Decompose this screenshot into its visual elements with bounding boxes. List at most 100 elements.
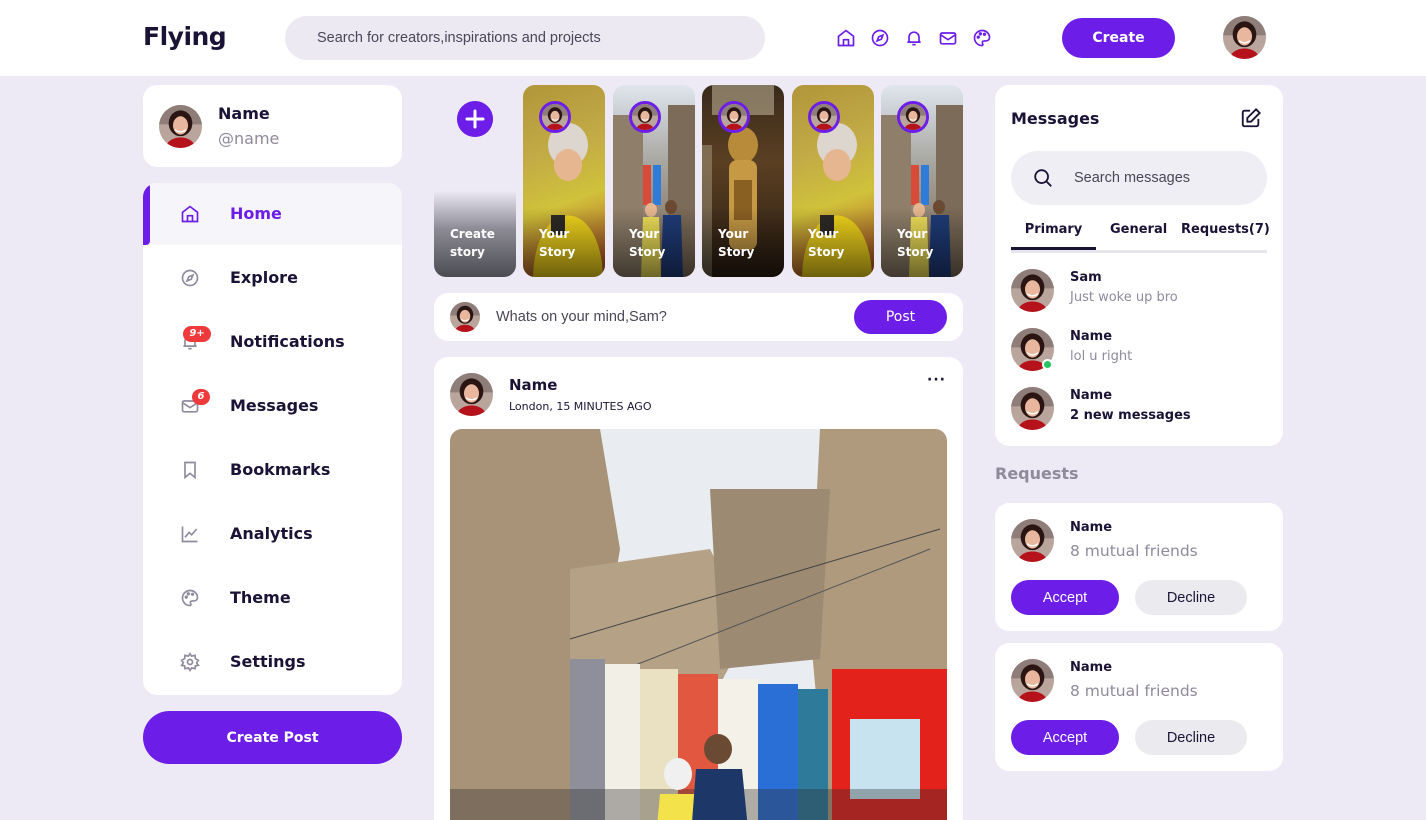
request-name[interactable]: Name	[1070, 660, 1112, 675]
global-search-input[interactable]	[285, 16, 765, 60]
post-author-name[interactable]: Name	[509, 376, 557, 394]
search-icon	[1034, 169, 1052, 187]
story-card[interactable]: Your Story	[523, 85, 605, 277]
bookmark-icon	[184, 461, 196, 480]
app-logo[interactable]: Flying	[143, 22, 227, 51]
notifications-badge: 9+	[183, 326, 211, 342]
friend-request-card: Name 8 mutual friends Accept Decline	[995, 643, 1283, 771]
decline-button[interactable]: Decline	[1135, 580, 1247, 615]
home-icon	[181, 205, 199, 223]
tab-general[interactable]: General	[1110, 222, 1167, 237]
request-name[interactable]: Name	[1070, 520, 1112, 535]
thread-name: Name	[1070, 329, 1113, 344]
decline-button[interactable]: Decline	[1135, 720, 1247, 755]
compose-icon[interactable]	[1240, 107, 1262, 129]
composer-avatar	[450, 302, 480, 332]
sidebar-item-label: Messages	[230, 396, 319, 415]
sidebar-item-label: Bookmarks	[230, 460, 331, 479]
compass-icon	[181, 269, 199, 287]
tab-primary[interactable]: Primary	[1011, 222, 1096, 250]
composer-input[interactable]	[486, 303, 866, 331]
compass-icon[interactable]	[870, 28, 890, 48]
story-avatar	[539, 101, 571, 133]
message-thread[interactable]: Name 2 new messages	[1011, 387, 1267, 431]
messages-badge: 6	[192, 389, 210, 405]
sidebar-item-label: Explore	[230, 268, 298, 287]
story-label: Your Story	[718, 227, 755, 259]
post-author-avatar[interactable]	[450, 373, 493, 416]
feed-post: Name London, 15 MINUTES AGO ···	[434, 357, 963, 820]
sidebar-item-label: Home	[230, 204, 282, 223]
thread-preview: Just woke up bro	[1070, 290, 1178, 305]
story-card[interactable]: Your Story	[613, 85, 695, 277]
sidebar-item-theme[interactable]: Theme	[143, 567, 402, 629]
accept-button[interactable]: Accept	[1011, 720, 1119, 755]
thread-preview: lol u right	[1070, 349, 1133, 364]
tab-requests[interactable]: Requests(7)	[1181, 222, 1270, 237]
story-label: Your Story	[808, 227, 845, 259]
thread-name: Sam	[1070, 270, 1102, 285]
sidebar-item-label: Settings	[230, 652, 306, 671]
mutual-friends: 8 mutual friends	[1070, 542, 1198, 560]
home-icon[interactable]	[836, 28, 856, 48]
online-indicator	[1042, 359, 1053, 370]
profile-avatar	[159, 105, 202, 148]
sidebar-item-settings[interactable]: Settings	[143, 631, 402, 693]
plus-icon[interactable]	[457, 101, 493, 137]
avatar[interactable]	[1011, 519, 1054, 562]
story-avatar	[718, 101, 750, 133]
avatar	[1011, 387, 1054, 430]
sidebar-item-analytics[interactable]: Analytics	[143, 503, 402, 565]
palette-icon	[181, 589, 199, 607]
global-search[interactable]	[285, 16, 765, 60]
top-icon-bar	[836, 28, 992, 48]
messages-tabs: Primary General Requests(7)	[1011, 220, 1270, 253]
palette-icon[interactable]	[972, 28, 992, 48]
sidebar-item-messages[interactable]: 6 Messages	[143, 375, 402, 437]
story-avatar	[808, 101, 840, 133]
messages-search-input[interactable]	[1066, 161, 1256, 195]
analytics-icon	[181, 526, 198, 543]
sidebar-item-label: Notifications	[230, 332, 345, 351]
story-label: Your Story	[539, 227, 576, 259]
mail-icon[interactable]	[938, 28, 958, 48]
sidebar-item-explore[interactable]: Explore	[143, 247, 402, 309]
story-label: Your Story	[897, 227, 934, 259]
sidebar-nav: Home Explore 9+ Notifications 6 Messages…	[143, 183, 402, 695]
messages-panel: Messages Primary General Requests(7) Sam…	[995, 85, 1283, 446]
story-avatar	[897, 101, 929, 133]
profile-card[interactable]: Name @name	[143, 85, 402, 167]
user-avatar[interactable]	[1223, 16, 1266, 59]
mutual-friends: 8 mutual friends	[1070, 682, 1198, 700]
friend-request-card: Name 8 mutual friends Accept Decline	[995, 503, 1283, 631]
accept-button[interactable]: Accept	[1011, 580, 1119, 615]
messages-title: Messages	[1011, 109, 1100, 128]
top-bar: Flying Create	[0, 0, 1426, 76]
message-thread[interactable]: Name lol u right	[1011, 328, 1267, 372]
thread-preview: 2 new messages	[1070, 408, 1191, 423]
story-label: Your Story	[629, 227, 666, 259]
sidebar-item-label: Analytics	[230, 524, 313, 543]
post-composer: Post	[434, 293, 963, 341]
create-button[interactable]: Create	[1062, 18, 1175, 58]
post-photo[interactable]	[450, 429, 947, 820]
avatar[interactable]	[1011, 659, 1054, 702]
story-card[interactable]: Your Story	[792, 85, 874, 277]
bell-icon[interactable]	[904, 28, 924, 48]
profile-name: Name	[218, 104, 270, 123]
sidebar-item-notifications[interactable]: 9+ Notifications	[143, 311, 402, 373]
sidebar-item-home[interactable]: Home	[143, 183, 402, 245]
settings-icon	[180, 652, 200, 672]
post-button[interactable]: Post	[854, 300, 947, 334]
message-thread[interactable]: Sam Just woke up bro	[1011, 269, 1267, 313]
post-meta: London, 15 MINUTES AGO	[509, 400, 652, 413]
story-avatar	[629, 101, 661, 133]
sidebar-item-bookmarks[interactable]: Bookmarks	[143, 439, 402, 501]
create-story-card[interactable]: Create story	[434, 85, 516, 277]
create-post-button[interactable]: Create Post	[143, 711, 402, 764]
story-card[interactable]: Your Story	[702, 85, 784, 277]
more-options-icon[interactable]: ···	[927, 372, 946, 388]
sidebar-item-label: Theme	[230, 588, 291, 607]
story-card[interactable]: Your Story	[881, 85, 963, 277]
messages-search[interactable]	[1011, 151, 1267, 205]
